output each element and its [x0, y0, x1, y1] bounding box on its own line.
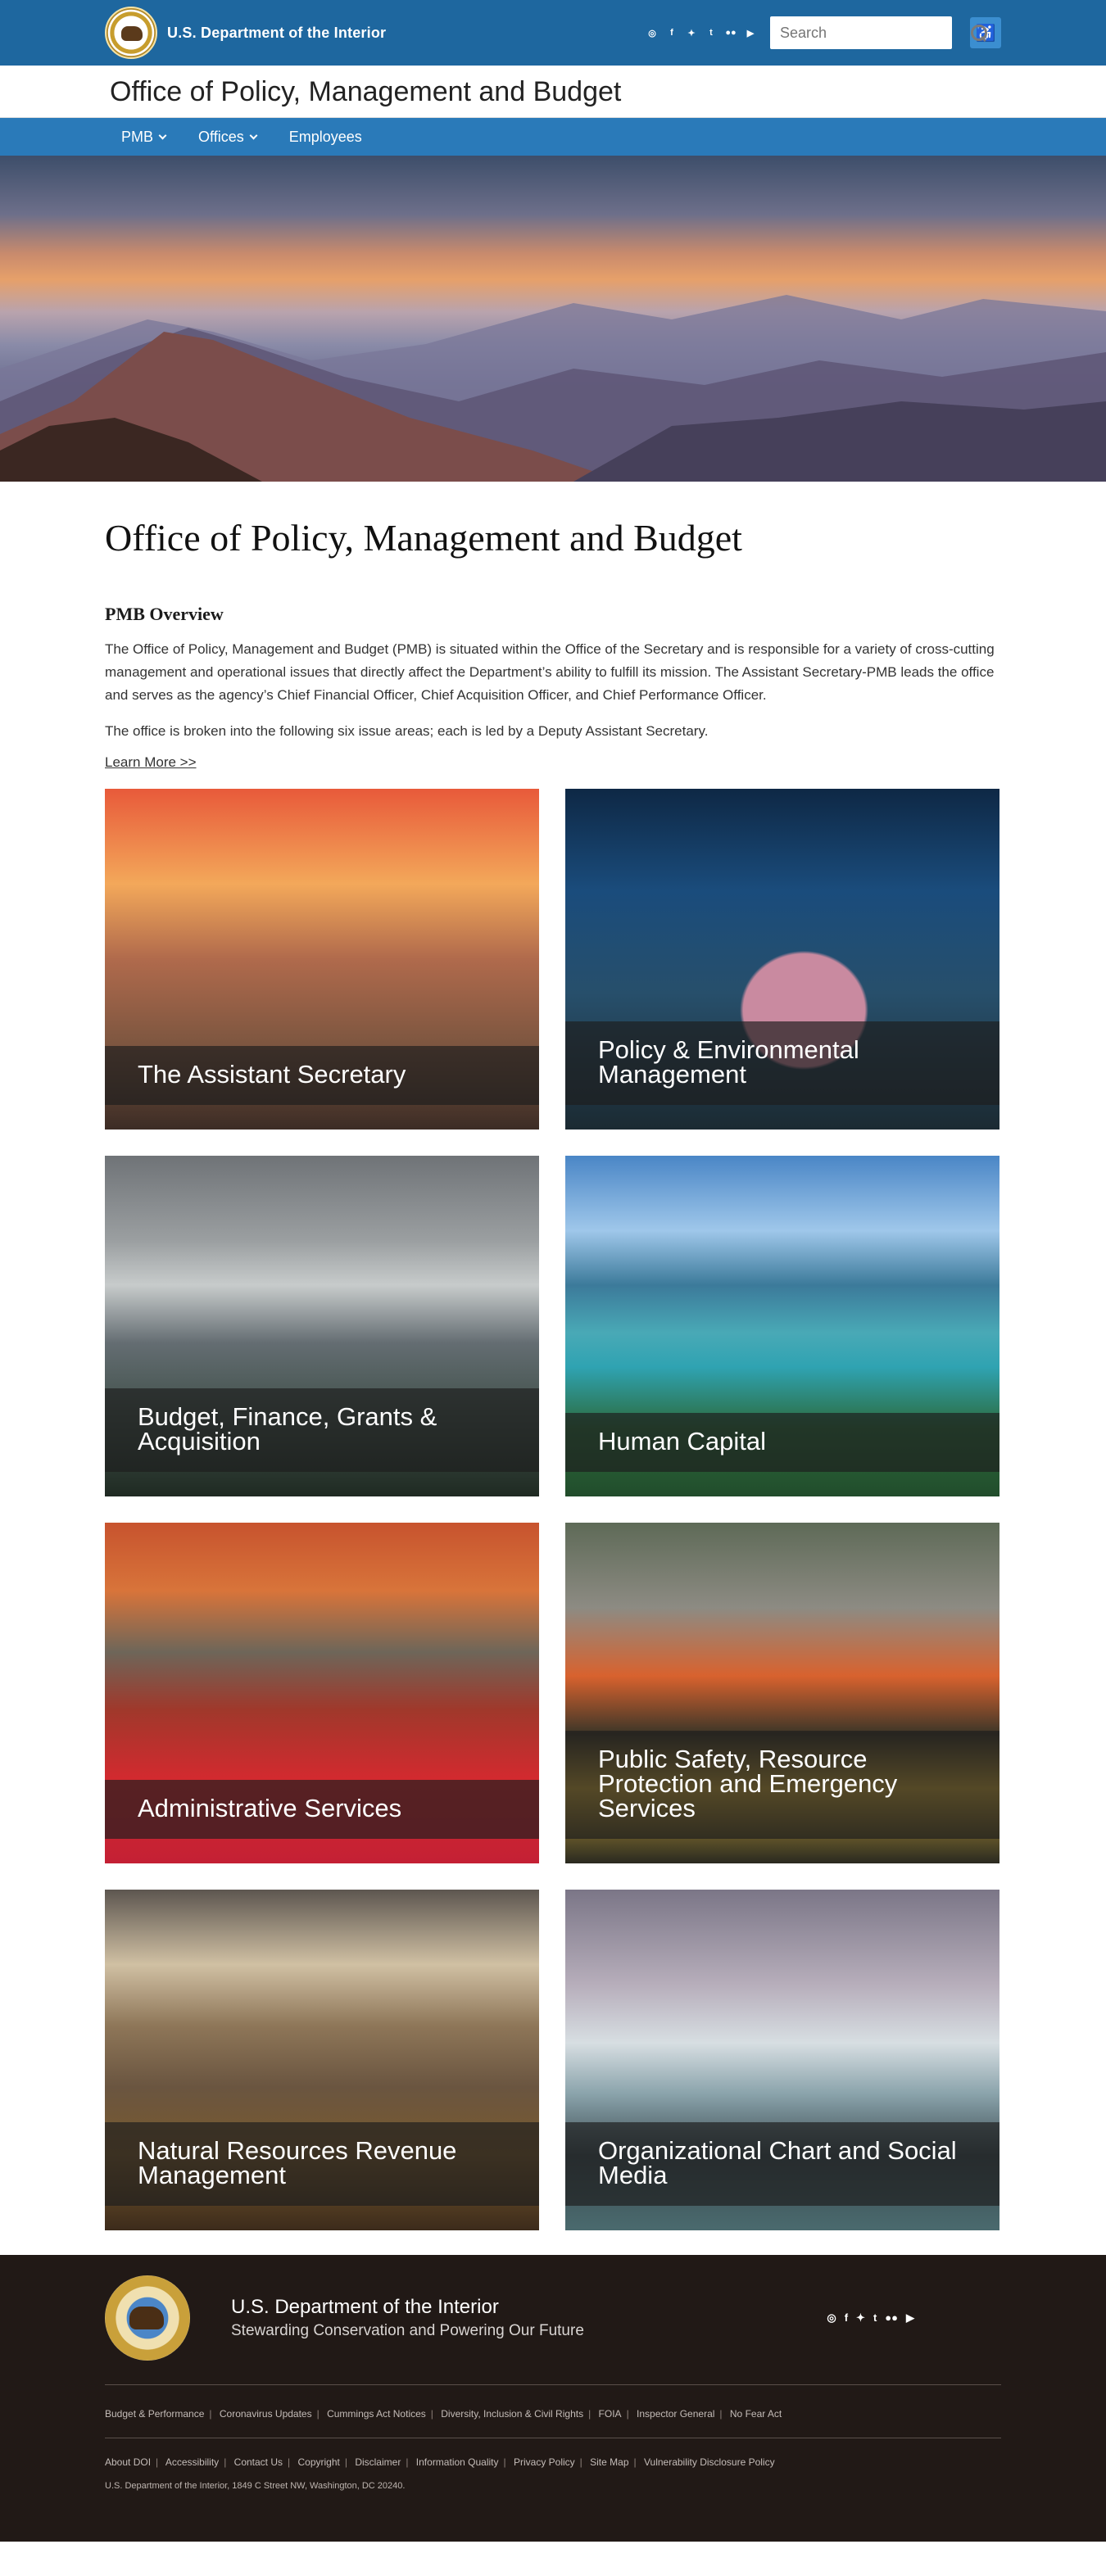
twitter-icon[interactable]: ✦	[856, 2311, 865, 2325]
flickr-icon[interactable]: ●●	[885, 2311, 898, 2325]
footer-brand[interactable]: U.S. Department of the Interior Stewardi…	[105, 2275, 584, 2361]
nav-item-employees[interactable]: Employees	[289, 129, 362, 146]
card-caption: Organizational Chart and Social Media	[565, 2122, 999, 2206]
card-policy-environmental[interactable]: Policy & Environmental Management	[565, 789, 999, 1130]
footer-link[interactable]: Site Map	[590, 2456, 628, 2468]
hero-image	[0, 156, 1106, 482]
card-caption: The Assistant Secretary	[105, 1046, 539, 1105]
main-content: Office of Policy, Management and Budget …	[105, 516, 1001, 2230]
footer-address: U.S. Department of the Interior, 1849 C …	[105, 2481, 406, 2491]
card-title: Natural Resources Revenue Management	[138, 2136, 457, 2189]
card-caption: Natural Resources Revenue Management	[105, 2122, 539, 2206]
card-caption: Human Capital	[565, 1413, 999, 1472]
footer-links-secondary: About DOI | Accessibility | Contact Us | Co…	[105, 2456, 775, 2468]
card-title: Public Safety, Resource Protection and E…	[598, 1745, 898, 1822]
card-org-chart-social-media[interactable]: Organizational Chart and Social Media	[565, 1890, 999, 2230]
facebook-icon[interactable]: f	[665, 26, 678, 39]
flickr-icon[interactable]: ●●	[724, 26, 737, 39]
main-nav: PMB Offices Employees	[0, 118, 1106, 156]
overview-paragraph-2: The office is broken into the following …	[105, 723, 709, 739]
footer-link[interactable]: Copyright	[297, 2456, 339, 2468]
card-caption: Policy & Environmental Management	[565, 1021, 999, 1105]
twitter-icon[interactable]: ✦	[685, 26, 698, 39]
youtube-icon[interactable]: ▶	[744, 26, 757, 39]
brand-link[interactable]: U.S. Department of the Interior	[105, 7, 386, 59]
footer-link[interactable]: FOIA	[599, 2408, 622, 2420]
footer-link[interactable]: Information Quality	[416, 2456, 499, 2468]
nav-item-label: Employees	[288, 128, 362, 145]
card-title: Organizational Chart and Social Media	[598, 2136, 957, 2189]
footer-link[interactable]: About DOI	[105, 2456, 151, 2468]
page-title: Office of Policy, Management and Budget	[105, 517, 742, 559]
hero-mountains-illustration	[0, 295, 1106, 482]
nav-item-label: Offices	[198, 128, 244, 145]
search-input[interactable]	[780, 24, 970, 42]
learn-more-link[interactable]: Learn More >>	[105, 754, 197, 771]
instagram-icon[interactable]: ◎	[646, 26, 659, 39]
footer-link[interactable]: Accessibility	[165, 2456, 219, 2468]
tumblr-icon[interactable]: t	[705, 26, 718, 39]
card-public-safety[interactable]: Public Safety, Resource Protection and E…	[565, 1523, 999, 1863]
footer-tagline: Stewarding Conservation and Powering Our…	[231, 2322, 584, 2339]
overview-paragraph-1: The Office of Policy, Management and Bud…	[105, 641, 995, 703]
footer-top: U.S. Department of the Interior Stewardi…	[105, 2273, 1001, 2363]
header-social-links: ◎ f ✦ t ●● ▶	[646, 26, 757, 39]
card-budget-finance[interactable]: Budget, Finance, Grants & Acquisition	[105, 1156, 539, 1496]
main-nav-inner: PMB Offices Employees	[105, 118, 1001, 156]
top-header-inner: U.S. Department of the Interior ◎ f ✦ t …	[105, 0, 1001, 66]
card-title: Human Capital	[598, 1427, 767, 1456]
search-box	[770, 16, 987, 49]
footer-link[interactable]: Disclaimer	[355, 2456, 401, 2468]
card-title: Budget, Finance, Grants & Acquisition	[138, 1402, 437, 1456]
card-title: The Assistant Secretary	[138, 1060, 406, 1089]
overview-heading: PMB Overview	[105, 604, 224, 624]
card-title: Policy & Environmental Management	[598, 1035, 859, 1089]
card-caption: Administrative Services	[105, 1780, 539, 1839]
facebook-icon[interactable]: f	[845, 2311, 848, 2325]
footer-brand-text: U.S. Department of the Interior Stewardi…	[231, 2296, 584, 2340]
footer-links-primary: Budget & Performance | Coronavirus Update…	[105, 2408, 782, 2420]
card-title: Administrative Services	[138, 1794, 402, 1822]
youtube-icon[interactable]: ▶	[906, 2311, 914, 2325]
chevron-down-icon	[158, 131, 167, 139]
footer-link[interactable]: Inspector General	[637, 2408, 714, 2420]
chevron-down-icon	[249, 131, 258, 139]
card-caption: Public Safety, Resource Protection and E…	[565, 1731, 999, 1839]
card-assistant-secretary[interactable]: The Assistant Secretary	[105, 789, 539, 1130]
footer-link[interactable]: Privacy Policy	[514, 2456, 575, 2468]
footer-social-links: ◎ f ✦ t ●● ▶	[827, 2311, 1001, 2325]
card-natural-resources-revenue[interactable]: Natural Resources Revenue Management	[105, 1890, 539, 2230]
card-caption: Budget, Finance, Grants & Acquisition	[105, 1388, 539, 1472]
card-administrative-services[interactable]: Administrative Services	[105, 1523, 539, 1863]
footer-link[interactable]: No Fear Act	[730, 2408, 782, 2420]
doi-seal-icon	[105, 7, 157, 59]
issue-area-grid: The Assistant Secretary Policy & Environ…	[105, 789, 1001, 2230]
card-human-capital[interactable]: Human Capital	[565, 1156, 999, 1496]
footer-link[interactable]: Vulnerability Disclosure Policy	[644, 2456, 775, 2468]
tumblr-icon[interactable]: t	[873, 2311, 877, 2325]
footer-link[interactable]: Coronavirus Updates	[220, 2408, 312, 2420]
office-title[interactable]: Office of Policy, Management and Budget	[105, 66, 1001, 118]
instagram-icon[interactable]: ◎	[827, 2311, 836, 2325]
footer-link[interactable]: Contact Us	[234, 2456, 283, 2468]
header-tools: ◎ f ✦ t ●● ▶ ♿	[646, 16, 1001, 49]
footer-link[interactable]: Diversity, Inclusion & Civil Rights	[441, 2408, 583, 2420]
footer-agency-name: U.S. Department of the Interior	[231, 2296, 499, 2318]
doi-seal-icon	[105, 2275, 190, 2361]
nav-item-label: PMB	[121, 128, 154, 145]
nav-item-offices[interactable]: Offices	[198, 128, 258, 146]
nav-item-pmb[interactable]: PMB	[121, 128, 167, 146]
top-header: U.S. Department of the Interior ◎ f ✦ t …	[0, 0, 1106, 66]
office-title-bar: Office of Policy, Management and Budget	[0, 66, 1106, 118]
site-footer: U.S. Department of the Interior Stewardi…	[0, 2255, 1106, 2542]
footer-link[interactable]: Budget & Performance	[105, 2408, 204, 2420]
agency-name: U.S. Department of the Interior	[167, 24, 387, 41]
footer-link[interactable]: Cummings Act Notices	[327, 2408, 426, 2420]
footer-inner: U.S. Department of the Interior Stewardi…	[105, 2273, 1001, 2491]
